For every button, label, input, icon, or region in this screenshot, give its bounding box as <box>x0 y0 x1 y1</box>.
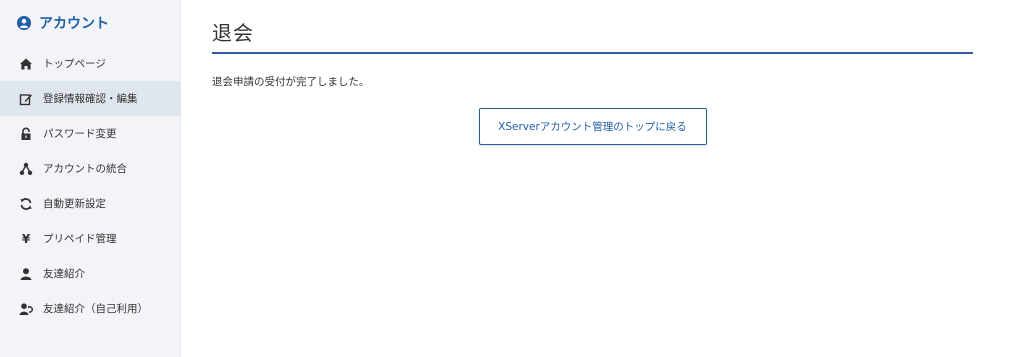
home-icon <box>19 57 33 71</box>
refresh-icon <box>19 197 33 211</box>
sidebar-item-label: プリペイド管理 <box>43 233 117 245</box>
sidebar-item-label: 登録情報確認・編集 <box>43 93 138 105</box>
lock-icon <box>19 127 33 141</box>
sidebar-item-auto-renewal[interactable]: 自動更新設定 <box>0 186 180 221</box>
sidebar-item-prepaid[interactable]: ¥ プリペイド管理 <box>0 221 180 256</box>
user-referral-icon <box>19 302 33 316</box>
main-content: 退会 退会申請の受付が完了しました。 XServerアカウント管理のトップに戻る <box>181 0 1024 357</box>
sidebar-item-label: パスワード変更 <box>43 128 117 140</box>
sidebar-item-label: トップページ <box>43 58 106 70</box>
sidebar-item-label: アカウントの統合 <box>43 163 127 175</box>
account-circle-icon <box>17 16 31 30</box>
back-to-top-button[interactable]: XServerアカウント管理のトップに戻る <box>478 108 707 145</box>
sidebar: アカウント トップページ 登録情報確認・編集 パスワード変更 アカウントの統合 … <box>0 0 181 357</box>
user-icon <box>19 267 33 281</box>
sidebar-item-password-change[interactable]: パスワード変更 <box>0 116 180 151</box>
sidebar-item-label: 自動更新設定 <box>43 198 106 210</box>
sidebar-header[interactable]: アカウント <box>0 0 180 46</box>
sidebar-item-referral[interactable]: 友達紹介 <box>0 256 180 291</box>
sidebar-item-label: 友達紹介（自己利用） <box>43 303 148 315</box>
sidebar-item-label: 友達紹介 <box>43 268 85 280</box>
sidebar-nav: トップページ 登録情報確認・編集 パスワード変更 アカウントの統合 自動更新設定… <box>0 46 180 326</box>
page-title: 退会 <box>212 17 973 54</box>
sidebar-item-account-merge[interactable]: アカウントの統合 <box>0 151 180 186</box>
sidebar-item-referral-self[interactable]: 友達紹介（自己利用） <box>0 291 180 326</box>
completion-message: 退会申請の受付が完了しました。 <box>212 76 370 88</box>
yen-icon: ¥ <box>21 231 31 246</box>
app-layout: アカウント トップページ 登録情報確認・編集 パスワード変更 アカウントの統合 … <box>0 0 1024 357</box>
sidebar-item-top-page[interactable]: トップページ <box>0 46 180 81</box>
sidebar-item-registration-info[interactable]: 登録情報確認・編集 <box>0 81 180 116</box>
merge-icon <box>19 162 33 176</box>
sidebar-header-label: アカウント <box>39 16 109 32</box>
button-container: XServerアカウント管理のトップに戻る <box>212 108 973 145</box>
edit-icon <box>19 92 33 106</box>
